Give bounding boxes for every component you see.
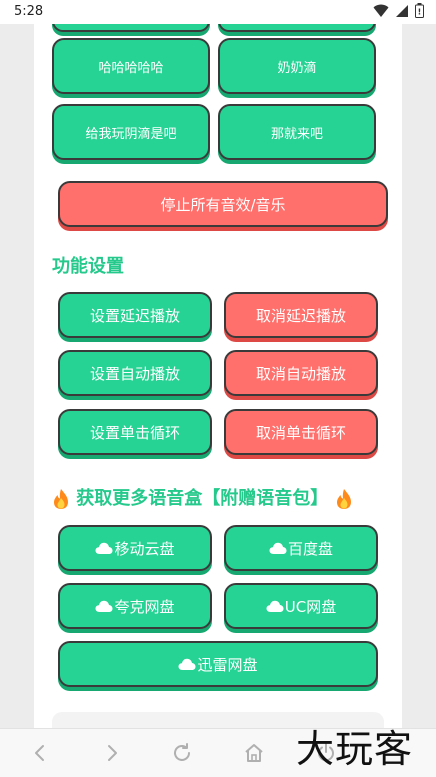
set-delay-play-button[interactable]: 设置延迟播放 xyxy=(58,292,212,338)
cloud-icon xyxy=(95,600,113,612)
status-icons: ! xyxy=(373,3,424,18)
set-auto-play-button[interactable]: 设置自动播放 xyxy=(58,350,212,396)
link-label: 移动云盘 xyxy=(114,539,175,558)
sound-button-nainaidi[interactable]: 奶奶滴 xyxy=(218,38,376,94)
cancel-click-loop-button[interactable]: 取消单击循环 xyxy=(224,409,378,455)
svg-text:!: ! xyxy=(418,8,422,17)
link-xunlei-pan[interactable]: 迅雷网盘 xyxy=(58,641,378,687)
link-uc-pan[interactable]: UC网盘 xyxy=(224,583,378,629)
watermark-logo: 大玩客 xyxy=(296,727,414,771)
link-label: 百度盘 xyxy=(287,539,333,558)
sound-button-geiwo[interactable]: 给我玩阴滴是吧 xyxy=(52,104,210,160)
sound-button-cut-right[interactable] xyxy=(218,24,376,32)
more-voice-boxes-title: 获取更多语音盒【附赠语音包】 xyxy=(52,484,353,510)
status-bar: 5:28 ! xyxy=(0,0,436,24)
cloud-icon xyxy=(266,600,284,612)
cancel-auto-play-button[interactable]: 取消自动播放 xyxy=(224,350,378,396)
forward-icon[interactable] xyxy=(100,741,124,765)
cloud-icon xyxy=(269,542,287,554)
link-mobile-cloud[interactable]: 移动云盘 xyxy=(58,525,212,571)
more-voice-boxes-label: 获取更多语音盒【附赠语音包】 xyxy=(76,488,329,509)
link-quark-pan[interactable]: 夸克网盘 xyxy=(58,583,212,629)
home-icon[interactable] xyxy=(242,741,266,765)
function-settings-title: 功能设置 xyxy=(52,256,124,277)
sound-button-cut-left[interactable] xyxy=(52,24,210,32)
link-label: 迅雷网盘 xyxy=(197,655,258,674)
sound-button-hahaha[interactable]: 哈哈哈哈哈 xyxy=(52,38,210,94)
status-time: 5:28 xyxy=(14,4,44,19)
stop-all-button[interactable]: 停止所有音效/音乐 xyxy=(58,181,388,227)
back-icon[interactable] xyxy=(28,741,52,765)
link-baidu-pan[interactable]: 百度盘 xyxy=(224,525,378,571)
sound-button-najiulaiba[interactable]: 那就来吧 xyxy=(218,104,376,160)
link-label: 夸克网盘 xyxy=(114,597,175,616)
main-card: 哈哈哈哈哈 奶奶滴 给我玩阴滴是吧 那就来吧 停止所有音效/音乐 功能设置 设置… xyxy=(34,24,402,736)
cellular-signal-icon xyxy=(396,4,408,17)
battery-icon: ! xyxy=(415,3,424,18)
set-click-loop-button[interactable]: 设置单击循环 xyxy=(58,409,212,455)
cloud-icon xyxy=(95,542,113,554)
cancel-delay-play-button[interactable]: 取消延迟播放 xyxy=(224,292,378,338)
refresh-icon[interactable] xyxy=(170,741,194,765)
wifi-icon xyxy=(373,4,389,17)
link-label: UC网盘 xyxy=(284,597,337,616)
fire-icon xyxy=(54,489,68,509)
fire-icon xyxy=(336,489,351,509)
cloud-icon xyxy=(178,658,196,670)
